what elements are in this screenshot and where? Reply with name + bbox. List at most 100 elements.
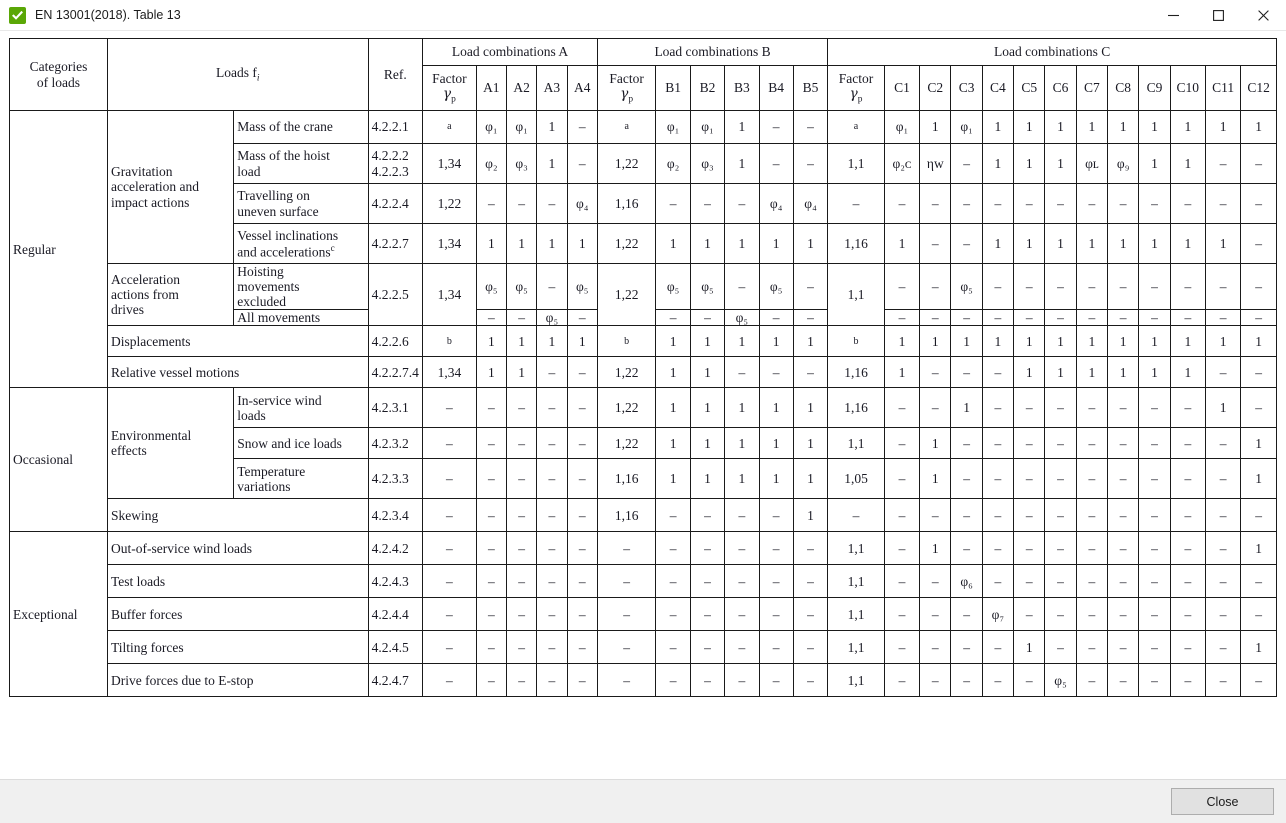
table-row: Exceptional Out-of-service wind loads 4.2.… xyxy=(9,531,1277,698)
load-label-cell: Temperature variations xyxy=(233,458,369,500)
table-row: Occasional Environmental effects In-servic… xyxy=(9,387,1277,533)
cell-c5: 1 xyxy=(1013,356,1046,389)
cell-b1: – xyxy=(655,531,691,566)
factor-a-cell: – xyxy=(422,458,477,500)
table-viewer-window: EN 13001(2018). Table 13 Categories of l… xyxy=(0,0,1286,823)
cell-b3: 1 xyxy=(724,223,760,264)
cell-c9: – xyxy=(1138,531,1171,566)
cell-c3: – xyxy=(950,143,983,184)
cell-a3: – xyxy=(536,498,568,533)
cell-c6: – xyxy=(1044,183,1077,224)
th-categories: Categories of loads xyxy=(9,38,108,111)
ref-cell: 4.2.4.7 xyxy=(367,663,424,698)
cell-a2: – xyxy=(505,427,538,460)
minimize-button[interactable] xyxy=(1151,0,1196,31)
cell-b5: – xyxy=(792,143,829,184)
cell-c11: – xyxy=(1204,564,1242,599)
load-label-cell: Tilting forces xyxy=(106,630,369,665)
cell-c11: – xyxy=(1204,531,1242,566)
cell-b4: φ₄ xyxy=(758,183,794,224)
close-button[interactable] xyxy=(1241,0,1286,31)
cell-c7: 1 xyxy=(1075,223,1109,264)
cell-c3: – xyxy=(950,597,983,632)
cell-b3: – xyxy=(724,630,760,665)
th-group-a-label: Load combinations A xyxy=(451,44,569,60)
cell-a4: 1 xyxy=(566,325,598,358)
cell-c7: – xyxy=(1075,663,1109,698)
cell-c4: – xyxy=(981,498,1015,533)
close-dialog-button[interactable]: Close xyxy=(1171,788,1274,815)
cell-c3: – xyxy=(950,356,983,389)
factor-c-cell: a xyxy=(827,110,885,144)
cell-b1: φ₅ xyxy=(655,262,691,311)
factor-c-cell: b xyxy=(827,325,885,358)
category-cell: Exceptional xyxy=(9,531,108,698)
cell-b4: 1 xyxy=(758,325,794,358)
cell-a4: – xyxy=(566,356,598,389)
cell-c5: 1 xyxy=(1013,325,1046,358)
cell-c12: 1 xyxy=(1240,325,1277,358)
factor-c-cell: 1,1 xyxy=(827,597,885,632)
cell-c8: – xyxy=(1107,458,1140,500)
cell-b2: – xyxy=(689,309,726,327)
ref-cell: 4.2.2.7.4 xyxy=(367,356,424,389)
cell-b1: – xyxy=(655,498,691,533)
cell-c8: – xyxy=(1107,531,1140,566)
cell-a2: – xyxy=(505,597,538,632)
ref-cell: 4.2.2.2 4.2.2.3 xyxy=(367,143,424,184)
cell-c12: – xyxy=(1240,564,1277,599)
cell-c1: – xyxy=(883,531,921,566)
factor-b-cell: – xyxy=(596,531,657,566)
cell-c12: 1 xyxy=(1240,427,1277,460)
cell-b2: φ₅ xyxy=(689,262,726,311)
cell-a3: – xyxy=(536,262,568,311)
cell-c10: 1 xyxy=(1169,143,1206,184)
cell-b2: – xyxy=(689,597,726,632)
factor-a-cell: 1,34 xyxy=(422,262,477,327)
cell-c11: – xyxy=(1204,356,1242,389)
table-row: Displacements 4.2.2.6 b 1 1 1 1 b 1 1 1 1 1 b 1 1 1 1 1 1 1 1… xyxy=(10,325,1277,358)
cell-b1: 1 xyxy=(655,387,691,429)
cell-c7: – xyxy=(1075,597,1109,632)
cell-c3: – xyxy=(950,498,983,533)
cell-c7: – xyxy=(1075,309,1109,327)
cell-c8: – xyxy=(1107,498,1140,533)
cell-c10: 1 xyxy=(1169,325,1206,358)
cell-c2: 1 xyxy=(919,458,952,500)
cell-c11: – xyxy=(1204,630,1242,665)
cell-c5: 1 xyxy=(1013,143,1046,184)
th-col-c7: C7 xyxy=(1075,65,1109,111)
cell-a1: – xyxy=(475,309,507,327)
factor-word: Factor xyxy=(432,70,467,86)
cell-c3: – xyxy=(950,630,983,665)
maximize-button[interactable] xyxy=(1196,0,1241,31)
cell-a2: – xyxy=(505,564,538,599)
cell-c12: – xyxy=(1240,143,1277,184)
cell-c11: 1 xyxy=(1204,110,1242,144)
factor-c-cell: 1,16 xyxy=(827,387,885,429)
factor-b-cell: – xyxy=(596,564,657,599)
cell-b3: 1 xyxy=(724,387,760,429)
cell-c6: – xyxy=(1044,309,1077,327)
cell-a4: – xyxy=(566,387,598,429)
table-scroll-area[interactable]: Categories of loads Loads fi Ref. Load c… xyxy=(0,31,1286,779)
factor-c-cell: 1,16 xyxy=(827,223,885,264)
cell-b2: 1 xyxy=(689,356,726,389)
cell-a1: – xyxy=(475,183,507,224)
cell-c10: – xyxy=(1169,498,1206,533)
load-label-cell: Mass of the hoist load xyxy=(233,143,369,184)
gamma-subscript: p xyxy=(628,94,634,105)
cell-a1: φ₁ xyxy=(475,110,507,144)
th-col-a3: A3 xyxy=(536,65,568,111)
cell-c8: – xyxy=(1107,597,1140,632)
cell-c11: – xyxy=(1204,427,1242,460)
cell-b5: – xyxy=(792,630,829,665)
th-col-c9: C9 xyxy=(1138,65,1171,111)
cell-c4: 1 xyxy=(981,325,1015,358)
cell-c3: 1 xyxy=(950,387,983,429)
cell-c3: – xyxy=(950,458,983,500)
cell-a1: 1 xyxy=(475,356,507,389)
cell-c4: – xyxy=(981,387,1015,429)
table-row: Skewing 4.2.3.4– – – – –1,16– – – –1– – – – – – – – – – – –… xyxy=(10,498,1277,533)
cell-c12: – xyxy=(1240,356,1277,389)
